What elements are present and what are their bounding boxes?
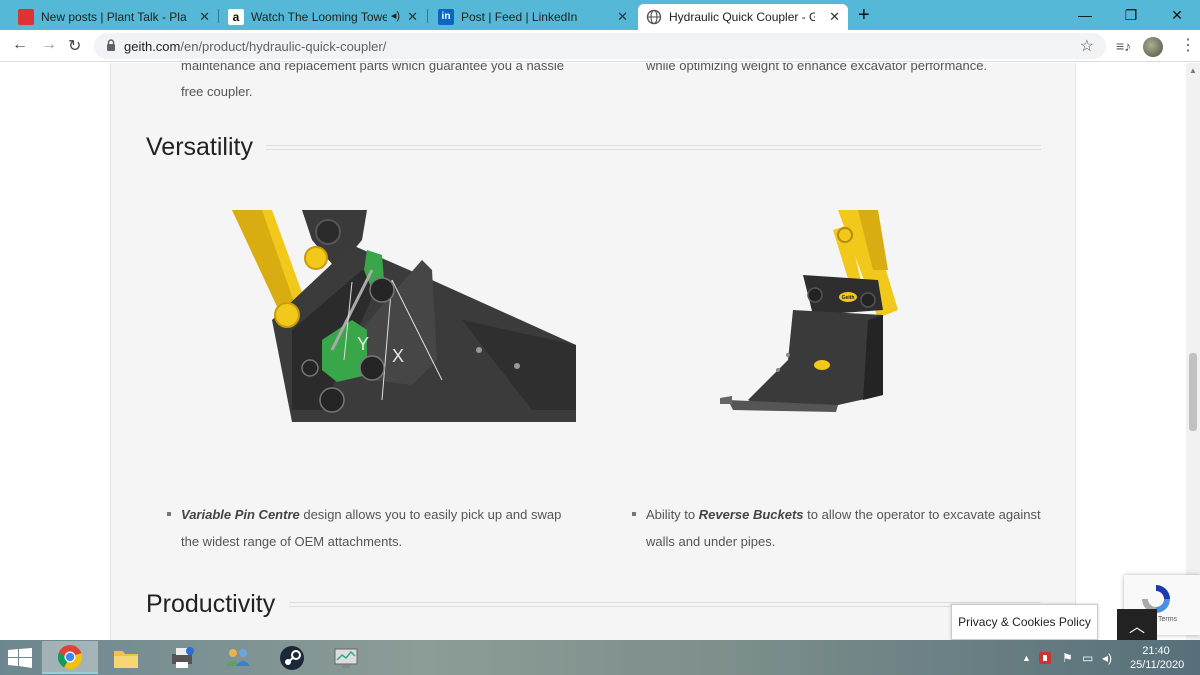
back-button[interactable]: ← bbox=[12, 36, 28, 54]
tray-expand-icon[interactable]: ▲ bbox=[1022, 653, 1031, 663]
windows-start-icon[interactable] bbox=[8, 648, 32, 668]
bullet-bold: Reverse Buckets bbox=[698, 507, 804, 522]
diagram-label-y: Y bbox=[357, 334, 369, 354]
reverse-bucket-image: Geith bbox=[720, 210, 898, 412]
tab-separator bbox=[218, 9, 219, 23]
restore-button[interactable]: ❐ bbox=[1108, 0, 1154, 30]
steam-icon bbox=[280, 645, 304, 670]
content-column: maintenance and replacement parts which … bbox=[110, 63, 1076, 640]
network-icon[interactable]: ▭ bbox=[1082, 651, 1093, 665]
bullet-text: walls and under pipes. bbox=[646, 534, 776, 549]
bullet-reverse-buckets: Ability to Reverse Buckets to allow the … bbox=[632, 501, 1041, 555]
system-clock[interactable]: 21:40 25/11/2020 bbox=[1130, 644, 1185, 672]
privacy-cookies-button[interactable]: Privacy & Cookies Policy bbox=[951, 604, 1098, 640]
media-control-icon[interactable]: ≡♪ bbox=[1116, 38, 1131, 54]
chevron-up-icon: ︿ bbox=[1128, 618, 1145, 636]
section-divider bbox=[266, 145, 1041, 150]
section-divider bbox=[289, 602, 1041, 607]
lock-icon bbox=[107, 39, 115, 51]
tab-title: Post | Feed | LinkedIn bbox=[461, 10, 578, 24]
volume-icon[interactable]: ◂) bbox=[1102, 651, 1112, 665]
url-text[interactable]: geith.com/en/product/hydraulic-quick-cou… bbox=[124, 39, 386, 54]
bullet-bold: Variable Pin Centre bbox=[181, 507, 300, 522]
tab-looming-tower[interactable]: a Watch The Looming Tower S ◂) ✕ bbox=[220, 4, 426, 30]
intro-right-text: while optimizing weight to enhance excav… bbox=[646, 63, 988, 73]
close-icon[interactable]: ✕ bbox=[407, 9, 418, 25]
bookmark-star-icon[interactable]: ☆ bbox=[1080, 36, 1094, 56]
section-title-productivity: Productivity bbox=[146, 590, 276, 618]
tray-app-icon[interactable] bbox=[1038, 651, 1052, 668]
windows-taskbar: ▲ ⚑ ▭ ◂) 21:40 25/11/2020 bbox=[0, 640, 1200, 675]
plant-talk-icon bbox=[18, 9, 34, 25]
tab-linkedin[interactable]: in Post | Feed | LinkedIn ✕ bbox=[430, 4, 636, 30]
diagram-label-x: X bbox=[392, 346, 404, 366]
tab-geith[interactable]: Hydraulic Quick Coupler - Geith I ✕ bbox=[638, 4, 848, 30]
folder-icon bbox=[114, 650, 138, 668]
address-bar[interactable]: geith.com/en/product/hydraulic-quick-cou… bbox=[94, 33, 1106, 59]
recaptcha-terms-link[interactable]: Terms bbox=[1158, 616, 1177, 623]
section-title-versatility: Versatility bbox=[146, 133, 253, 161]
taskbar-file-explorer[interactable] bbox=[98, 641, 154, 674]
people-icon bbox=[226, 648, 250, 666]
scroll-up-arrow-icon[interactable]: ▲ bbox=[1189, 66, 1197, 75]
url-path: /en/product/hydraulic-quick-coupler/ bbox=[180, 39, 387, 54]
new-tab-button[interactable]: + bbox=[858, 4, 870, 27]
flag-icon[interactable]: ⚑ bbox=[1062, 651, 1073, 665]
bullet-text: to allow the operator to excavate agains… bbox=[803, 507, 1041, 522]
taskbar-chrome[interactable] bbox=[42, 641, 98, 674]
intro-left-text: maintenance and replacement parts which … bbox=[181, 63, 564, 105]
bullet-text: Ability to bbox=[646, 507, 699, 522]
intro-left-line: maintenance and replacement parts which … bbox=[181, 63, 565, 73]
menu-kebab-icon[interactable]: ⋮ bbox=[1180, 35, 1196, 55]
tab-title: Watch The Looming Tower S bbox=[251, 10, 387, 24]
speaker-icon[interactable]: ◂) bbox=[391, 9, 400, 22]
brand-mark: Geith bbox=[842, 295, 855, 301]
bullet-text: the widest range of OEM attachments. bbox=[181, 534, 403, 549]
tab-title: New posts | Plant Talk - Plant Ma bbox=[41, 10, 187, 24]
taskbar-network-app[interactable] bbox=[210, 641, 266, 674]
chrome-icon bbox=[57, 644, 83, 669]
linkedin-icon: in bbox=[438, 9, 454, 25]
scrollbar-thumb[interactable] bbox=[1189, 353, 1197, 431]
taskbar-steam[interactable] bbox=[264, 641, 320, 674]
bullet-marker bbox=[167, 512, 171, 516]
close-window-button[interactable]: ✕ bbox=[1154, 0, 1200, 30]
globe-icon bbox=[646, 9, 662, 25]
bullet-marker bbox=[632, 512, 636, 516]
close-icon[interactable]: ✕ bbox=[617, 9, 628, 25]
close-icon[interactable]: ✕ bbox=[829, 9, 840, 25]
tab-plant-talk[interactable]: New posts | Plant Talk - Plant Ma ✕ bbox=[10, 4, 218, 30]
intro-left-line: free coupler. bbox=[181, 84, 253, 99]
page-viewport: maintenance and replacement parts which … bbox=[0, 63, 1186, 640]
clock-time: 21:40 bbox=[1142, 645, 1170, 657]
back-to-top-button[interactable]: ︿ bbox=[1117, 609, 1157, 640]
printer-icon bbox=[172, 646, 194, 668]
close-icon[interactable]: ✕ bbox=[199, 9, 210, 25]
monitor-icon bbox=[334, 648, 358, 668]
browser-toolbar: ← → ↻ geith.com/en/product/hydraulic-qui… bbox=[0, 30, 1200, 62]
profile-avatar[interactable] bbox=[1143, 37, 1163, 57]
reload-button[interactable]: ↻ bbox=[68, 36, 81, 56]
tab-title: Hydraulic Quick Coupler - Geith I bbox=[669, 10, 815, 24]
bullet-text: design allows you to easily pick up and … bbox=[299, 507, 562, 522]
taskbar-printer[interactable] bbox=[154, 641, 210, 674]
url-domain: geith.com bbox=[124, 39, 181, 54]
clock-date: 25/11/2020 bbox=[1130, 659, 1185, 671]
forward-button[interactable]: → bbox=[41, 36, 57, 54]
page-scrollbar[interactable]: ▲ ▼ bbox=[1186, 63, 1200, 640]
tab-separator bbox=[427, 9, 428, 23]
amazon-icon: a bbox=[228, 9, 244, 25]
minimize-button[interactable]: — bbox=[1062, 0, 1108, 30]
variable-pin-centre-diagram: Y X bbox=[232, 210, 576, 422]
taskbar-monitor-app[interactable] bbox=[318, 641, 374, 674]
bullet-variable-pin-centre: Variable Pin Centre design allows you to… bbox=[167, 501, 562, 555]
tab-strip: New posts | Plant Talk - Plant Ma ✕ a Wa… bbox=[0, 0, 1200, 30]
